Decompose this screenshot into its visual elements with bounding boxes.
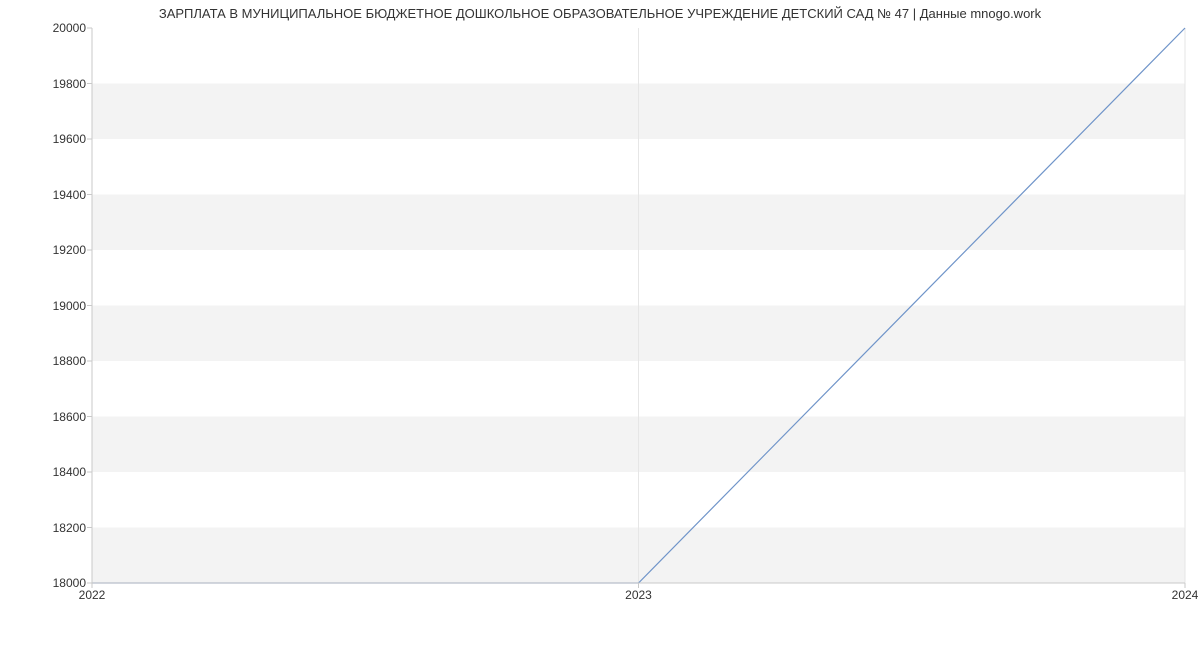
x-tick-label: 2022 <box>79 588 106 602</box>
chart-container: ЗАРПЛАТА В МУНИЦИПАЛЬНОЕ БЮДЖЕТНОЕ ДОШКО… <box>0 0 1200 650</box>
y-tick-label: 18000 <box>6 576 86 590</box>
chart-title: ЗАРПЛАТА В МУНИЦИПАЛЬНОЕ БЮДЖЕТНОЕ ДОШКО… <box>0 6 1200 21</box>
chart-svg <box>92 28 1185 583</box>
plot-area <box>92 28 1185 583</box>
x-tick-label: 2023 <box>625 588 652 602</box>
y-tick-label: 19600 <box>6 132 86 146</box>
y-tick-label: 18200 <box>6 521 86 535</box>
y-tick-label: 18400 <box>6 465 86 479</box>
y-tick-label: 19200 <box>6 243 86 257</box>
y-tick-label: 18600 <box>6 410 86 424</box>
y-tick-label: 18800 <box>6 354 86 368</box>
y-tick-label: 19800 <box>6 77 86 91</box>
y-tick-label: 19000 <box>6 299 86 313</box>
y-tick-label: 19400 <box>6 188 86 202</box>
y-tick-label: 20000 <box>6 21 86 35</box>
x-tick-label: 2024 <box>1172 588 1199 602</box>
